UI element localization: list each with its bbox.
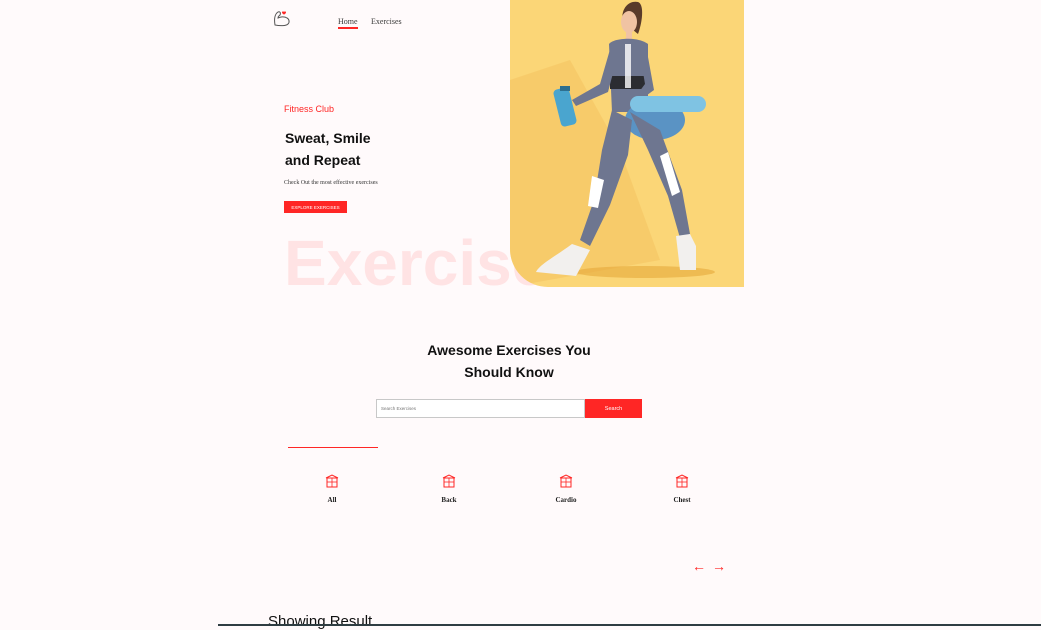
category-back[interactable]: Back (419, 468, 479, 518)
category-label: Chest (673, 496, 691, 504)
category-label: Cardio (555, 496, 577, 504)
hero-title-line1: Sweat, Smile (285, 130, 371, 146)
category-chest[interactable]: Chest (652, 468, 712, 518)
gym-icon (675, 474, 689, 488)
horizontal-scrollbar[interactable] (288, 447, 378, 448)
results-heading: Showing Result (268, 613, 373, 630)
hero-watermark-text: Exercise (284, 227, 548, 299)
hero-title-line2: and Repeat (285, 152, 361, 168)
category-all[interactable]: All (302, 468, 362, 518)
gym-icon (559, 474, 573, 488)
gym-icon (325, 474, 339, 488)
search-button[interactable]: Search (585, 399, 642, 418)
hero-fitness-image (510, 0, 744, 287)
right-arrow-icon[interactable]: → (712, 559, 726, 573)
flexed-arm-icon[interactable] (272, 9, 292, 27)
hero-subtitle: Check Out the most effective exercises (284, 180, 378, 186)
nav-exercises-link[interactable]: Exercises (371, 17, 402, 26)
nav-home-link[interactable]: Home (338, 17, 358, 29)
category-cardio[interactable]: Cardio (536, 468, 596, 518)
gym-icon (442, 474, 456, 488)
woman-walking-illustration (510, 1, 715, 287)
hero-title: Sweat, Smile and Repeat (285, 127, 445, 171)
left-arrow-icon[interactable]: ← (692, 559, 706, 573)
category-label: All (327, 496, 337, 504)
hero-tagline: Fitness Club (284, 104, 335, 114)
search-input[interactable] (376, 399, 585, 418)
search-section-title: Awesome Exercises You Should Know (409, 339, 609, 383)
explore-exercises-button[interactable]: EXPLORE EXERCISES (284, 201, 347, 213)
search-title-line1: Awesome Exercises You (427, 342, 591, 358)
category-label: Back (441, 496, 457, 504)
search-title-line2: Should Know (464, 364, 554, 380)
